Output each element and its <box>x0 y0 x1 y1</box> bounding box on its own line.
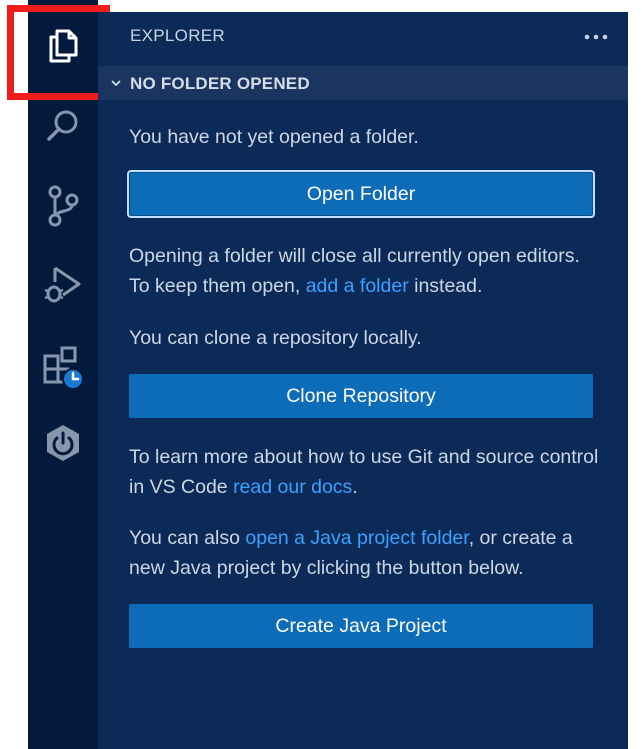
git-docs-text: To learn more about how to use Git and s… <box>129 446 599 498</box>
no-folder-section-header[interactable]: NO FOLDER OPENED <box>98 66 628 100</box>
clone-repository-button[interactable]: Clone Repository <box>129 374 593 418</box>
files-icon-highlight <box>7 5 110 100</box>
source-control-icon[interactable] <box>28 178 98 234</box>
more-actions-icon[interactable] <box>584 28 608 46</box>
chevron-down-icon <box>110 76 122 94</box>
git-docs-suffix: . <box>352 476 358 498</box>
window-edge <box>628 0 642 749</box>
explorer-title: EXPLORER <box>130 26 225 45</box>
section-title: NO FOLDER OPENED <box>130 74 310 93</box>
clone-message: You can clone a repository locally. <box>129 327 422 349</box>
java-project-message: You can also open a Java project folder,… <box>129 523 599 583</box>
explorer-sidebar: EXPLORER NO FOLDER OPENED You have not y… <box>98 12 628 749</box>
extensions-icon[interactable] <box>28 338 98 394</box>
spring-boot-icon[interactable] <box>28 415 98 471</box>
java-text: You can also <box>129 527 246 549</box>
search-icon[interactable] <box>28 98 98 154</box>
add-folder-link[interactable]: add a folder <box>306 275 409 297</box>
open-folder-button[interactable]: Open Folder <box>127 170 595 218</box>
git-docs-message: To learn more about how to use Git and s… <box>129 442 599 502</box>
warning-suffix: instead. <box>408 275 483 297</box>
open-java-folder-link[interactable]: open a Java project folder <box>245 527 468 549</box>
activity-bar <box>28 0 98 749</box>
read-docs-link[interactable]: read our docs <box>233 476 352 498</box>
run-debug-icon[interactable] <box>28 256 98 312</box>
no-folder-message: You have not yet opened a folder. <box>129 126 419 148</box>
open-folder-warning: Opening a folder will close all currentl… <box>129 241 599 301</box>
create-java-project-button[interactable]: Create Java Project <box>129 604 593 648</box>
